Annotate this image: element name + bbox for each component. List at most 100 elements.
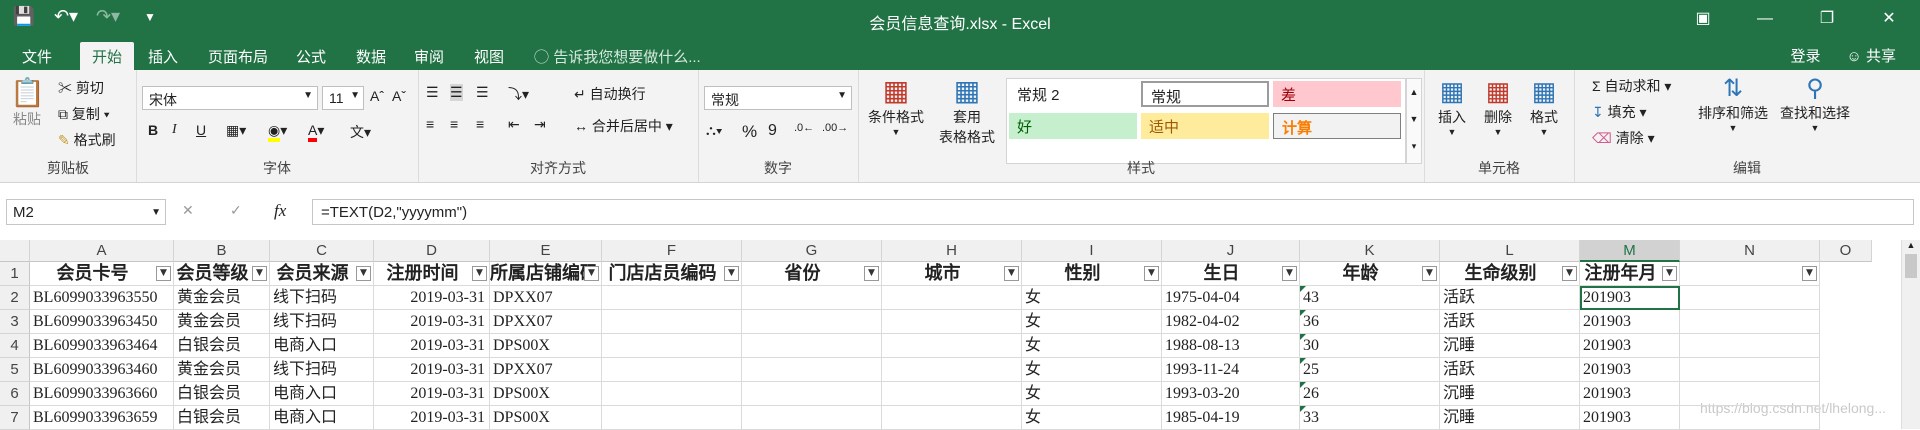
table-cell[interactable]: BL6099033963464 (30, 334, 174, 358)
filter-dropdown-icon[interactable]: ▼ (1422, 266, 1437, 281)
format-cells-button[interactable]: ▦ 格式 ▼ (1524, 76, 1564, 137)
number-format-select[interactable]: 常规 ▼ (704, 86, 852, 110)
format-painter-button[interactable]: ✎ 格式刷 (58, 130, 116, 150)
table-cell[interactable]: DPXX07 (490, 358, 602, 382)
cut-button[interactable]: ✂ 剪切 (58, 78, 104, 98)
table-cell[interactable]: 线下扫码 (270, 310, 374, 334)
table-cell[interactable]: 201903 (1580, 310, 1680, 334)
login-button[interactable]: 登录 (1790, 45, 1820, 66)
table-cell[interactable]: 2019-03-31 (374, 382, 490, 406)
align-left-icon[interactable]: ≡ (426, 116, 434, 132)
filter-dropdown-icon[interactable]: ▼ (1144, 266, 1159, 281)
table-cell[interactable]: 活跃 (1440, 358, 1580, 382)
ribbon-display-icon[interactable]: ▣ (1672, 0, 1734, 40)
table-cell[interactable]: DPS00X (490, 382, 602, 406)
table-cell[interactable]: 女 (1022, 406, 1162, 430)
font-size-select[interactable]: 11 ▼ (322, 86, 364, 110)
table-cell[interactable]: DPS00X (490, 334, 602, 358)
table-cell[interactable]: 2019-03-31 (374, 334, 490, 358)
row-header[interactable]: 2 (0, 286, 30, 310)
column-header-n[interactable]: N (1680, 240, 1820, 262)
table-cell[interactable]: 电商入口 (270, 382, 374, 406)
table-cell[interactable]: 线下扫码 (270, 286, 374, 310)
table-cell[interactable]: 白银会员 (174, 406, 270, 430)
column-header-j[interactable]: J (1162, 240, 1300, 262)
table-cell[interactable] (882, 286, 1022, 310)
table-cell[interactable] (1680, 358, 1820, 382)
tab-view[interactable]: 视图 (474, 46, 504, 67)
table-cell[interactable]: 电商入口 (270, 334, 374, 358)
column-header-g[interactable]: G (742, 240, 882, 262)
table-cell[interactable] (1680, 382, 1820, 406)
align-top-icon[interactable]: ☰ (426, 84, 439, 101)
table-cell[interactable] (602, 286, 742, 310)
row-header[interactable]: 7 (0, 406, 30, 430)
row-header[interactable]: 4 (0, 334, 30, 358)
table-cell[interactable] (1680, 334, 1820, 358)
filter-dropdown-icon[interactable]: ▼ (356, 266, 371, 281)
table-cell[interactable] (602, 406, 742, 430)
table-cell[interactable] (602, 334, 742, 358)
tab-review[interactable]: 审阅 (414, 46, 444, 67)
filter-dropdown-icon[interactable]: ▼ (724, 266, 739, 281)
increase-indent-icon[interactable]: ⇥ (534, 116, 546, 133)
table-cell[interactable]: 1975-04-04 (1162, 286, 1300, 310)
table-cell[interactable]: 电商入口 (270, 406, 374, 430)
table-cell[interactable]: 女 (1022, 310, 1162, 334)
minimize-icon[interactable]: — (1734, 0, 1796, 40)
orientation-icon[interactable]: ⤵▾ (508, 84, 529, 104)
table-cell[interactable] (882, 334, 1022, 358)
filter-dropdown-icon[interactable]: ▼ (864, 266, 879, 281)
tab-file[interactable]: 文件 (22, 46, 52, 67)
comma-button[interactable]: 9 (768, 122, 777, 140)
table-cell[interactable] (742, 358, 882, 382)
table-cell[interactable]: 黄金会员 (174, 358, 270, 382)
table-cell[interactable]: 201903 (1580, 382, 1680, 406)
table-cell[interactable] (1680, 406, 1820, 430)
table-cell[interactable]: 女 (1022, 358, 1162, 382)
table-cell[interactable]: 1985-04-19 (1162, 406, 1300, 430)
table-cell[interactable]: 沉睡 (1440, 334, 1580, 358)
table-cell[interactable]: 201903 (1580, 286, 1680, 310)
delete-cells-button[interactable]: ▦ 删除 ▼ (1478, 76, 1518, 137)
select-all-corner[interactable] (0, 240, 30, 262)
table-cell[interactable]: BL6099033963660 (30, 382, 174, 406)
insert-cells-button[interactable]: ▦ 插入 ▼ (1432, 76, 1472, 137)
autosum-button[interactable]: Σ 自动求和 ▾ (1592, 76, 1671, 96)
table-cell[interactable]: 26 (1300, 382, 1440, 406)
column-header-k[interactable]: K (1300, 240, 1440, 262)
column-header-o[interactable]: O (1820, 240, 1872, 262)
table-cell[interactable]: BL6099033963659 (30, 406, 174, 430)
table-cell[interactable]: BL6099033963550 (30, 286, 174, 310)
header-cell-a[interactable]: 会员卡号 ▼ (30, 262, 174, 286)
style-good[interactable]: 好 (1009, 113, 1137, 139)
table-cell[interactable]: 白银会员 (174, 382, 270, 406)
align-middle-icon[interactable]: ☰ (450, 84, 463, 101)
scroll-thumb[interactable] (1905, 254, 1917, 278)
table-cell[interactable] (602, 382, 742, 406)
header-cell-i[interactable]: 性别 ▼ (1022, 262, 1162, 286)
table-cell[interactable]: BL6099033963460 (30, 358, 174, 382)
table-cell[interactable] (742, 406, 882, 430)
style-normal[interactable]: 常规 (1141, 81, 1269, 107)
filter-dropdown-icon[interactable]: ▼ (584, 266, 599, 281)
table-cell[interactable] (602, 358, 742, 382)
decrease-indent-icon[interactable]: ⇤ (508, 116, 520, 133)
sort-filter-button[interactable]: ⇅ 排序和筛选 ▼ (1696, 74, 1770, 133)
table-cell[interactable]: 黄金会员 (174, 286, 270, 310)
filter-dropdown-icon[interactable]: ▼ (252, 266, 267, 281)
table-cell[interactable] (1680, 310, 1820, 334)
row-header[interactable]: 1 (0, 262, 30, 286)
tab-formulas[interactable]: 公式 (296, 46, 326, 67)
table-cell[interactable]: 女 (1022, 286, 1162, 310)
decrease-font-icon[interactable]: Aˇ (392, 88, 406, 104)
table-cell[interactable]: 1993-03-20 (1162, 382, 1300, 406)
wrap-text-button[interactable]: ↵ 自动换行 (574, 84, 646, 104)
table-cell[interactable]: 201903 (1580, 406, 1680, 430)
table-cell[interactable]: 25 (1300, 358, 1440, 382)
header-cell-e[interactable]: 所属店铺编码 ▼ (490, 262, 602, 286)
row-header[interactable]: 3 (0, 310, 30, 334)
percent-button[interactable]: % (742, 122, 757, 142)
borders-icon[interactable]: ▦▾ (226, 122, 246, 139)
close-icon[interactable]: ✕ (1858, 0, 1920, 40)
